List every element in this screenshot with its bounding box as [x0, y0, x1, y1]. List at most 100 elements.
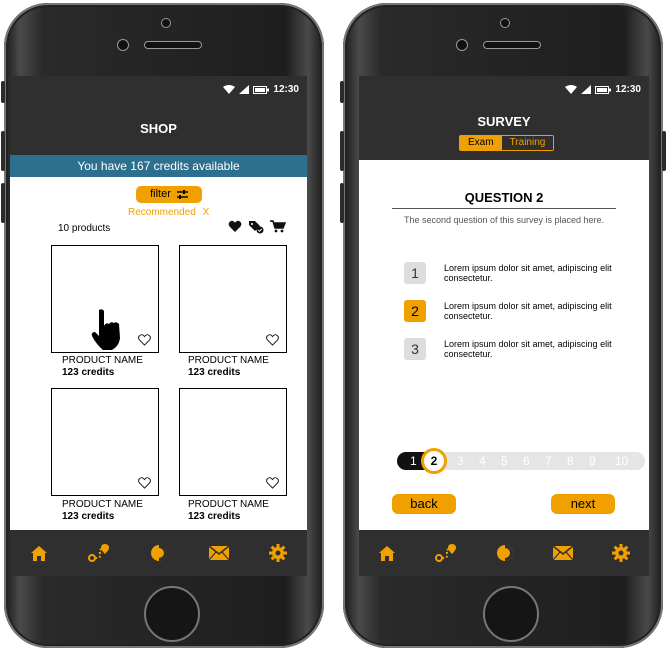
volume-down-button	[340, 183, 344, 223]
sensor	[456, 39, 468, 51]
status-bar: 12:30	[359, 76, 649, 100]
pager-page[interactable]: 5	[501, 454, 508, 468]
home-icon[interactable]	[378, 545, 396, 562]
pager-page[interactable]: 7	[545, 454, 552, 468]
option-text: Lorem ipsum dolor sit amet, adipiscing e…	[444, 263, 612, 283]
recommended-label: Recommended	[128, 207, 196, 218]
tab-exam[interactable]: Exam	[460, 136, 502, 150]
product-credits: 123 credits	[62, 511, 115, 522]
option-text: Lorem ipsum dolor sit amet, adipiscing e…	[444, 339, 612, 359]
bottom-tab-bar	[359, 530, 649, 576]
product-name: PRODUCT NAME	[62, 499, 143, 510]
route-icon[interactable]	[88, 544, 110, 562]
recommended-clear-button[interactable]: X	[203, 207, 210, 218]
phone-shop: 12:30 SHOP You have 167 credits availabl…	[1, 3, 324, 648]
wifi-icon	[565, 85, 578, 94]
battery-icon	[253, 85, 270, 94]
volume-down-button	[1, 183, 5, 223]
product-card[interactable]	[179, 245, 287, 353]
heart-outline-icon[interactable]	[138, 477, 151, 489]
divider	[392, 208, 616, 209]
filter-label: filter	[150, 188, 171, 200]
status-bar: 12:30	[10, 76, 307, 100]
answer-option-selected[interactable]: 2 Lorem ipsum dolor sit amet, adipiscing…	[404, 300, 644, 324]
cart-icon[interactable]	[270, 220, 286, 233]
status-time: 12:30	[615, 84, 641, 95]
status-time: 12:30	[273, 84, 299, 95]
gear-icon[interactable]	[268, 544, 287, 562]
shop-actions	[228, 220, 286, 234]
mail-icon[interactable]	[552, 546, 573, 560]
tab-training[interactable]: Training	[501, 136, 554, 150]
pager-page[interactable]: 8	[567, 454, 574, 468]
shop-header: SHOP	[10, 100, 307, 155]
question-pager: 1 2 3 4 5 6 7 8 9 10	[397, 448, 645, 474]
signal-icon	[581, 85, 592, 94]
option-text: Lorem ipsum dolor sit amet, adipiscing e…	[444, 301, 612, 321]
product-credits: 123 credits	[188, 367, 241, 378]
favorites-heart-icon[interactable]	[228, 220, 242, 233]
product-name: PRODUCT NAME	[188, 355, 269, 366]
filter-sliders-icon	[176, 189, 188, 199]
next-button[interactable]: next	[551, 494, 615, 514]
route-icon[interactable]	[435, 544, 457, 562]
page-title: SHOP	[140, 121, 177, 136]
pie-chart-icon[interactable]	[150, 544, 168, 562]
filter-button[interactable]: filter	[136, 186, 202, 203]
pager-page[interactable]: 9	[589, 454, 596, 468]
product-card[interactable]	[51, 245, 159, 353]
earpiece-speaker	[144, 41, 202, 49]
wifi-icon	[223, 85, 236, 94]
home-icon[interactable]	[30, 545, 48, 562]
product-card[interactable]	[51, 388, 159, 496]
sensor	[117, 39, 129, 51]
power-button	[662, 131, 666, 171]
recommended-filter-tag: Recommended X	[128, 207, 209, 218]
page-title: SURVEY	[477, 114, 531, 129]
option-number: 3	[404, 338, 426, 360]
product-credits: 123 credits	[62, 367, 115, 378]
pie-chart-icon[interactable]	[496, 544, 514, 562]
survey-header: SURVEY	[359, 100, 649, 160]
heart-outline-icon[interactable]	[138, 334, 151, 346]
back-button[interactable]: back	[392, 494, 456, 514]
phone-survey: 12:30 SURVEY Exam Training QUESTION 2 Th…	[340, 3, 666, 648]
mute-switch	[340, 81, 344, 103]
answer-option[interactable]: 3 Lorem ipsum dolor sit amet, adipiscing…	[404, 338, 644, 362]
mode-segmented-control: Exam Training	[459, 135, 555, 151]
pager-page[interactable]: 4	[479, 454, 486, 468]
product-card[interactable]	[179, 388, 287, 496]
home-button[interactable]	[483, 586, 539, 642]
pager-current-page[interactable]: 2	[421, 448, 447, 474]
product-count: 10 products	[58, 223, 111, 234]
survey-screen: 12:30 SURVEY Exam Training QUESTION 2 Th…	[359, 76, 649, 576]
heart-outline-icon[interactable]	[266, 334, 279, 346]
signal-icon	[239, 85, 250, 94]
question-description: The second question of this survey is pl…	[403, 215, 605, 225]
product-name: PRODUCT NAME	[62, 355, 143, 366]
heart-outline-icon[interactable]	[266, 477, 279, 489]
pager-page[interactable]: 10	[615, 454, 628, 468]
pointer-hand-icon	[91, 309, 120, 350]
gear-icon[interactable]	[611, 544, 630, 562]
bottom-tab-bar	[10, 530, 307, 576]
credits-banner: You have 167 credits available	[10, 155, 307, 177]
battery-icon	[595, 85, 612, 94]
mute-switch	[1, 81, 5, 103]
earpiece-speaker	[483, 41, 541, 49]
pager-page[interactable]: 1	[410, 454, 417, 468]
product-credits: 123 credits	[188, 511, 241, 522]
option-number: 2	[404, 300, 426, 322]
volume-up-button	[340, 131, 344, 171]
option-number: 1	[404, 262, 426, 284]
home-button[interactable]	[144, 586, 200, 642]
mail-icon[interactable]	[208, 546, 229, 560]
tag-check-icon[interactable]	[248, 220, 264, 234]
answer-option[interactable]: 1 Lorem ipsum dolor sit amet, adipiscing…	[404, 262, 644, 286]
front-camera	[500, 18, 510, 28]
shop-screen: 12:30 SHOP You have 167 credits availabl…	[10, 76, 307, 576]
pager-page[interactable]: 6	[523, 454, 530, 468]
volume-up-button	[1, 131, 5, 171]
product-name: PRODUCT NAME	[188, 499, 269, 510]
pager-page[interactable]: 3	[457, 454, 464, 468]
